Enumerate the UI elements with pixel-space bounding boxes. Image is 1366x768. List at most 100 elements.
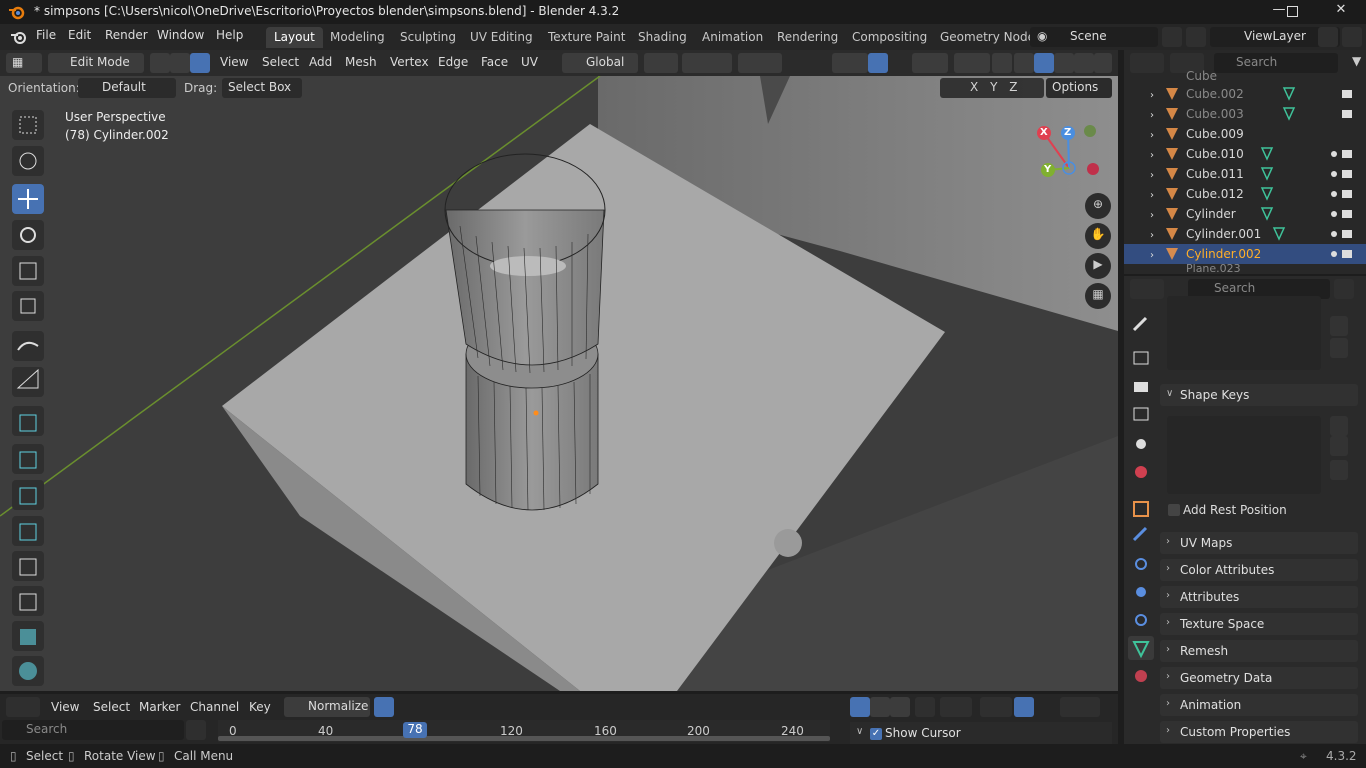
add-rest-position-checkbox[interactable] xyxy=(1168,504,1180,516)
geometry-data-panel[interactable]: › Geometry Data xyxy=(1160,667,1358,689)
rendered-shading-icon[interactable] xyxy=(1074,53,1094,73)
timeline-search-input[interactable]: Search xyxy=(2,720,184,740)
channel-filter-icon[interactable] xyxy=(915,697,935,717)
attributes-panel[interactable]: › Attributes xyxy=(1160,586,1358,608)
xray-icon[interactable] xyxy=(992,53,1012,73)
shape-key-remove-icon[interactable] xyxy=(1330,436,1348,456)
delete-view-layer-icon[interactable] xyxy=(1342,27,1362,47)
header-menu-view[interactable]: View xyxy=(220,55,248,69)
texture-space-panel[interactable]: › Texture Space xyxy=(1160,613,1358,635)
menu-help[interactable]: Help xyxy=(216,28,243,42)
orientation-selector[interactable]: Default xyxy=(78,78,176,98)
tab-sculpting[interactable]: Sculpting xyxy=(392,27,464,48)
outliner-editor-type-icon[interactable] xyxy=(1130,53,1164,73)
menu-edit[interactable]: Edit xyxy=(68,28,91,42)
menu-window[interactable]: Window xyxy=(157,28,204,42)
shape-keys-panel-header[interactable]: ∨ Shape Keys xyxy=(1160,384,1358,406)
properties-options-icon[interactable] xyxy=(1334,279,1354,299)
proportional-edit-icon[interactable] xyxy=(738,53,782,73)
shape-key-add-icon[interactable] xyxy=(1330,416,1348,436)
color-attributes-panel[interactable]: › Color Attributes xyxy=(1160,559,1358,581)
proportional-icon[interactable] xyxy=(1060,697,1100,717)
close-window-button[interactable]: ✕ xyxy=(1318,2,1364,22)
swap-icon[interactable] xyxy=(186,720,206,740)
only-selected-icon[interactable] xyxy=(850,697,870,717)
face-select-icon[interactable] xyxy=(190,53,210,73)
shading-options-icon[interactable] xyxy=(1094,53,1112,73)
tab-compositing[interactable]: Compositing xyxy=(844,27,935,48)
timeline-menu-view[interactable]: View xyxy=(51,700,79,714)
outliner-search-input[interactable]: Search xyxy=(1214,53,1338,73)
solid-shading-icon[interactable] xyxy=(1034,53,1054,73)
filters-icon[interactable] xyxy=(940,697,972,717)
mode-selector[interactable]: Edit Mode xyxy=(48,53,144,73)
header-menu-vertex[interactable]: Vertex xyxy=(390,55,429,69)
timeline-menu-select[interactable]: Select xyxy=(93,700,130,714)
timeline-menu-channel[interactable]: Channel xyxy=(190,700,239,714)
pan-hand-icon[interactable]: ✋ xyxy=(1085,223,1111,249)
header-menu-face[interactable]: Face xyxy=(481,55,508,69)
normalize-toggle[interactable]: Normalize xyxy=(284,697,370,717)
snap-icon[interactable] xyxy=(682,53,732,73)
uv-maps-panel[interactable]: › UV Maps xyxy=(1160,532,1358,554)
custom-properties-panel[interactable]: › Custom Properties xyxy=(1160,721,1358,743)
pivot-icon[interactable] xyxy=(980,697,1012,717)
maximize-icon[interactable] xyxy=(1287,6,1298,17)
auto-snap-icon[interactable] xyxy=(1014,697,1034,717)
tab-rendering[interactable]: Rendering xyxy=(769,27,846,48)
3d-viewport[interactable]: User Perspective (78) Cylinder.002 Orien… xyxy=(0,76,1118,691)
remesh-panel[interactable]: › Remesh xyxy=(1160,640,1358,662)
delete-scene-icon[interactable] xyxy=(1186,27,1206,47)
tab-geometry-nodes[interactable]: Geometry Node xyxy=(932,27,1043,48)
mesh-overlay-icon[interactable] xyxy=(954,53,990,73)
vertex-group-remove-icon[interactable] xyxy=(1330,316,1348,336)
header-menu-edge[interactable]: Edge xyxy=(438,55,468,69)
new-scene-icon[interactable] xyxy=(1162,27,1182,47)
shape-keys-list[interactable] xyxy=(1167,416,1321,494)
current-frame-indicator[interactable]: 78 xyxy=(403,722,427,738)
blender-menu-icon[interactable] xyxy=(10,29,28,45)
material-shading-icon[interactable] xyxy=(1054,53,1074,73)
header-menu-mesh[interactable]: Mesh xyxy=(345,55,377,69)
zoom-icon[interactable]: ⊕ xyxy=(1085,193,1111,219)
visibility-icon[interactable] xyxy=(832,53,868,73)
axis-z-toggle[interactable]: Z xyxy=(1009,80,1017,94)
vertex-select-icon[interactable] xyxy=(150,53,170,73)
camera-view-icon[interactable]: ▶ xyxy=(1085,253,1111,279)
header-menu-add[interactable]: Add xyxy=(309,55,332,69)
animation-panel[interactable]: › Animation xyxy=(1160,694,1358,716)
vertex-groups-list[interactable] xyxy=(1167,296,1321,370)
transform-orientation-selector[interactable]: Global xyxy=(562,53,638,73)
show-hidden-icon[interactable] xyxy=(870,697,890,717)
wireframe-shading-icon[interactable] xyxy=(1014,53,1034,73)
filter-icon[interactable]: ▼ xyxy=(1352,54,1361,68)
timeline-menu-key[interactable]: Key xyxy=(249,700,271,714)
menu-render[interactable]: Render xyxy=(105,28,148,42)
tab-uv-editing[interactable]: UV Editing xyxy=(462,27,541,48)
scene-selector[interactable]: Scene xyxy=(1030,27,1158,47)
axis-x-toggle[interactable]: X xyxy=(970,80,978,94)
gizmo-toggle-icon[interactable] xyxy=(868,53,888,73)
auto-normalize-icon[interactable] xyxy=(374,697,394,717)
options-button[interactable]: Options xyxy=(1046,78,1112,98)
new-view-layer-icon[interactable] xyxy=(1318,27,1338,47)
editor-type-button[interactable]: ▦ xyxy=(6,53,42,73)
header-menu-uv[interactable]: UV xyxy=(521,55,538,69)
tab-shading[interactable]: Shading xyxy=(630,27,695,48)
header-menu-select[interactable]: Select xyxy=(262,55,299,69)
properties-editor-type-icon[interactable] xyxy=(1130,279,1164,299)
overlay-icon[interactable] xyxy=(912,53,948,73)
drag-selector[interactable]: Select Box xyxy=(222,78,302,98)
tab-texture-paint[interactable]: Texture Paint xyxy=(540,27,633,48)
tab-modeling[interactable]: Modeling xyxy=(322,27,393,48)
edge-select-icon[interactable] xyxy=(170,53,190,73)
tab-layout[interactable]: Layout xyxy=(266,27,323,48)
shape-key-menu-icon[interactable] xyxy=(1330,460,1348,480)
perspective-toggle-icon[interactable]: ▦ xyxy=(1085,283,1111,309)
vertex-group-menu-icon[interactable] xyxy=(1330,338,1348,358)
timeline-editor-type-icon[interactable] xyxy=(6,697,40,717)
timeline-scrollbar[interactable] xyxy=(218,736,830,741)
show-cursor-checkbox[interactable]: ✓ xyxy=(870,728,882,740)
pivot-point-icon[interactable] xyxy=(644,53,678,73)
only-errors-icon[interactable] xyxy=(890,697,910,717)
